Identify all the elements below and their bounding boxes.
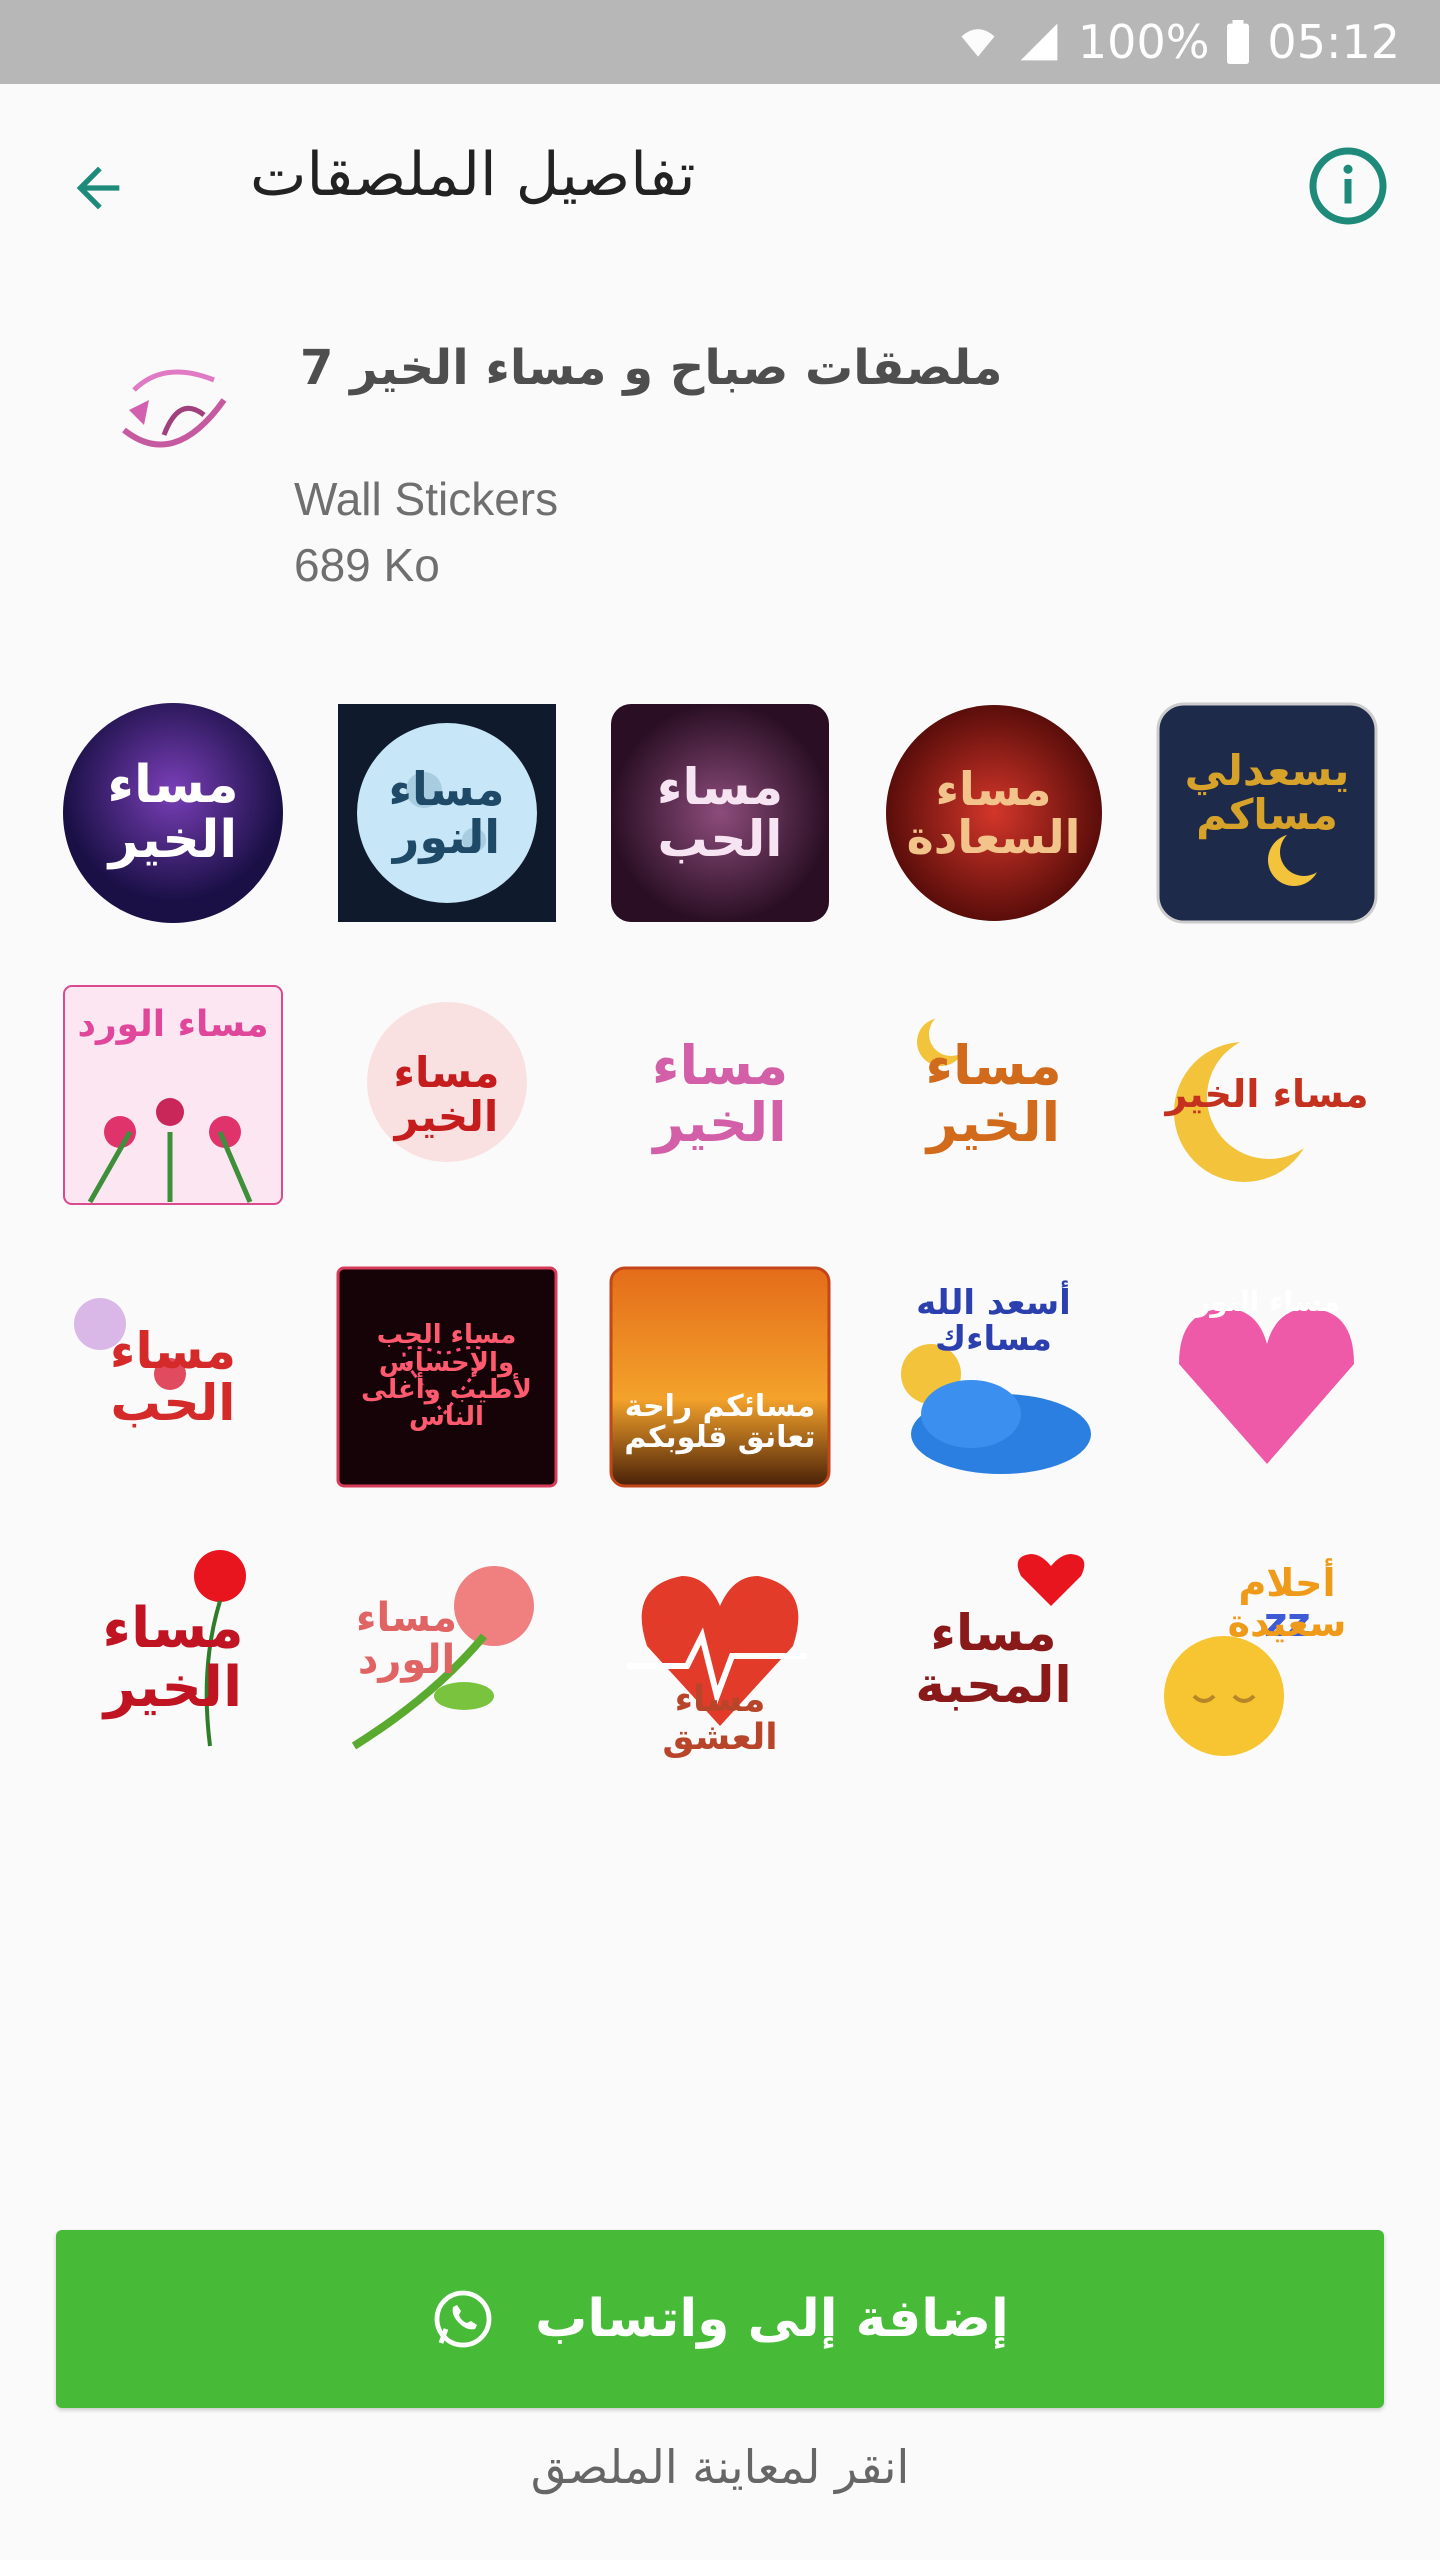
page-title-text: تفاصيل الملصقات — [250, 140, 696, 210]
back-button[interactable] — [58, 148, 138, 228]
sticker[interactable]: مساء الخير — [334, 982, 560, 1208]
sticker[interactable]: مساء الخير — [60, 1546, 286, 1772]
sticker-row: مساء الخير مساء النور مساء الحب مساء الس… — [60, 700, 1380, 926]
sticker-caption: مسائكم راحة تعانق قلوبكم — [624, 1388, 816, 1455]
battery-icon — [1227, 20, 1250, 64]
sticker-row: مساء الخير مساء الورد مساء العشق مساء ال… — [60, 1546, 1380, 1772]
sticker-caption: أحلام سعيدة — [1227, 1561, 1347, 1645]
sticker[interactable]: مساء النور — [1154, 1264, 1380, 1490]
sticker-caption: مساء الورد — [356, 1595, 457, 1683]
pack-publisher: Wall Stickers — [294, 473, 559, 525]
whatsapp-icon — [434, 2290, 492, 2348]
sticker-caption: مساء النور — [388, 761, 505, 864]
battery-percent: 100% — [1077, 15, 1210, 69]
sticker-caption: يسعدلي مساكم — [1184, 745, 1350, 839]
wifi-icon — [961, 29, 995, 57]
sticker[interactable]: مسائكم راحة تعانق قلوبكم — [607, 1264, 833, 1490]
add-to-whatsapp-button[interactable]: إضافة إلى واتساب — [56, 2230, 1384, 2408]
sticker[interactable]: zz أحلام سعيدة — [1154, 1546, 1380, 1772]
sticker-caption: مساء الورد — [77, 1004, 269, 1046]
sticker[interactable]: مساء الورد — [334, 1546, 560, 1772]
sticker[interactable]: مساء الورد — [60, 982, 286, 1208]
sticker-caption: مساء السعادة — [906, 761, 1081, 864]
sticker[interactable]: مساء الحب والإحساس لأطيب وأغلى الناس — [334, 1264, 560, 1490]
sticker[interactable]: يسعدلي مساكم — [1154, 700, 1380, 926]
info-button[interactable] — [1306, 144, 1390, 228]
sticker-row: مساء الحب مساء الحب والإحساس لأطيب وأغلى… — [60, 1264, 1380, 1490]
app-bar: تفاصيل الملصقات — [0, 84, 1440, 280]
sticker-caption: مساء الخير — [393, 1047, 500, 1141]
sticker-caption: مساء الحب والإحساس لأطيب وأغلى الناس — [361, 1320, 532, 1433]
pack-size: 689 Ko — [294, 539, 440, 591]
sticker[interactable]: مساء الخير — [60, 700, 286, 926]
page-title: تفاصيل الملصقات — [250, 140, 1440, 210]
status-bar: 100% 05:12 — [0, 0, 1440, 84]
sticker[interactable]: مساء الحب — [60, 1264, 286, 1490]
sticker[interactable]: مساء الخير — [607, 982, 833, 1208]
clock: 05:12 — [1267, 15, 1400, 69]
sticker-grid: مساء الخير مساء النور مساء الحب مساء الس… — [60, 700, 1380, 1828]
sticker[interactable]: أسعد الله مساءك — [881, 1264, 1107, 1490]
arrow-back-icon — [76, 166, 120, 210]
sticker-caption: مساء الخير — [107, 755, 239, 870]
sticker[interactable]: مساء المحبة — [881, 1546, 1107, 1772]
pack-name: ملصقات صباح و مساء الخير 7 — [300, 340, 1003, 396]
sticker-caption: مساء الخير — [651, 1034, 789, 1154]
sticker-caption: مساء النور — [1194, 1285, 1340, 1319]
sticker[interactable]: مساء الخير — [881, 982, 1107, 1208]
pack-header: ملصقات صباح و مساء الخير 7 Wall Stickers… — [0, 320, 1440, 620]
sticker[interactable]: مساء العشق — [607, 1546, 833, 1772]
sticker-caption: أسعد الله مساءك — [916, 1283, 1071, 1359]
sticker-caption: مساء الخير — [1165, 1072, 1369, 1117]
sticker[interactable]: مساء الحب — [607, 700, 833, 926]
pack-tray-icon — [104, 340, 244, 480]
info-icon — [1309, 147, 1387, 225]
sticker-caption: مساء الحب — [656, 757, 784, 868]
sticker-caption: مساء العشق — [662, 1679, 778, 1758]
sticker-caption: مساء الحب — [109, 1321, 237, 1432]
sticker[interactable]: مساء النور — [334, 700, 560, 926]
signal-icon — [1020, 23, 1058, 61]
sticker-row: مساء الورد مساء الخير مساء الخير مساء ال… — [60, 982, 1380, 1208]
tray-sticker-icon — [122, 369, 227, 448]
sticker[interactable]: مساء الخير — [1154, 982, 1380, 1208]
sticker-caption: مساء الخير — [102, 1596, 244, 1720]
add-button-label: إضافة إلى واتساب — [535, 2289, 1009, 2349]
sticker-caption: مساء المحبة — [915, 1603, 1072, 1714]
sticker-caption: مساء الخير — [925, 1034, 1062, 1154]
preview-hint: انقر لمعاينة الملصق — [530, 2440, 910, 2494]
sticker[interactable]: مساء السعادة — [881, 700, 1107, 926]
